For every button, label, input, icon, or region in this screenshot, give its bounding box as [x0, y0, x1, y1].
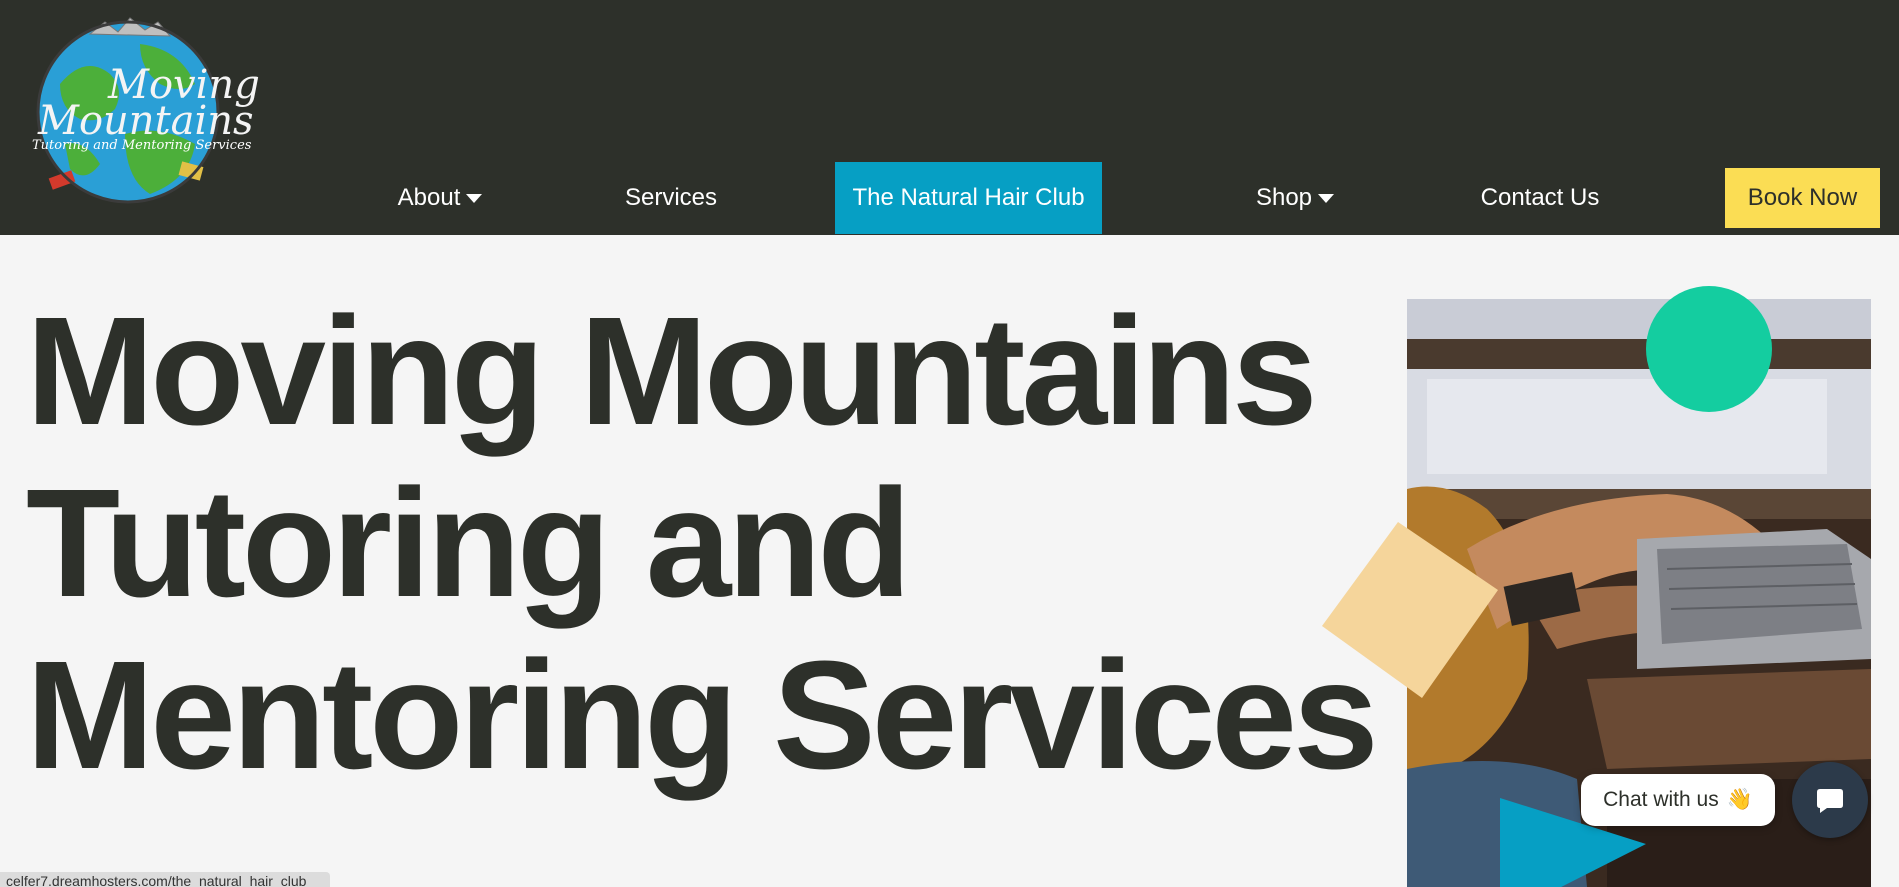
site-logo[interactable]: Moving Mountains Tutoring and Mentoring …	[30, 14, 260, 206]
chat-label: Chat with us	[1603, 788, 1719, 811]
nav-services[interactable]: Services	[612, 162, 730, 234]
hero-heading: Moving Mountains Tutoring and Mentoring …	[26, 285, 1379, 801]
browser-status-url: celfer7.dreamhosters.com/the_natural_hai…	[0, 872, 330, 887]
nav-natural-hair-club-label: The Natural Hair Club	[852, 184, 1085, 211]
nav-contact-us[interactable]: Contact Us	[1468, 162, 1612, 234]
chat-launcher-button[interactable]	[1792, 762, 1868, 838]
peach-square-decoration	[1322, 522, 1498, 698]
nav-about[interactable]: About	[382, 162, 498, 234]
teal-circle-decoration	[1646, 286, 1772, 412]
book-now-button[interactable]: Book Now	[1725, 168, 1880, 228]
hero-line-1: Moving Mountains	[26, 285, 1318, 457]
nav-about-label: About	[397, 184, 461, 211]
site-header: Moving Mountains Tutoring and Mentoring …	[0, 0, 1899, 235]
nav-contact-us-label: Contact Us	[1480, 184, 1600, 211]
nav-shop[interactable]: Shop	[1245, 162, 1345, 234]
hero-line-2: Tutoring and	[26, 457, 912, 629]
chat-icon	[1817, 789, 1843, 813]
hero-line-3: Mentoring Services	[26, 629, 1379, 801]
nav-natural-hair-club[interactable]: The Natural Hair Club	[835, 162, 1102, 234]
chevron-down-icon	[1318, 193, 1335, 203]
chat-with-us-bubble[interactable]: Chat with us 👋	[1581, 774, 1775, 826]
logo-tagline: Tutoring and Mentoring Services	[32, 138, 252, 153]
nav-shop-label: Shop	[1255, 184, 1313, 211]
book-now-label: Book Now	[1747, 184, 1858, 211]
nav-services-label: Services	[624, 184, 718, 211]
chevron-down-icon	[466, 193, 483, 203]
waving-hand-icon: 👋	[1726, 788, 1753, 811]
